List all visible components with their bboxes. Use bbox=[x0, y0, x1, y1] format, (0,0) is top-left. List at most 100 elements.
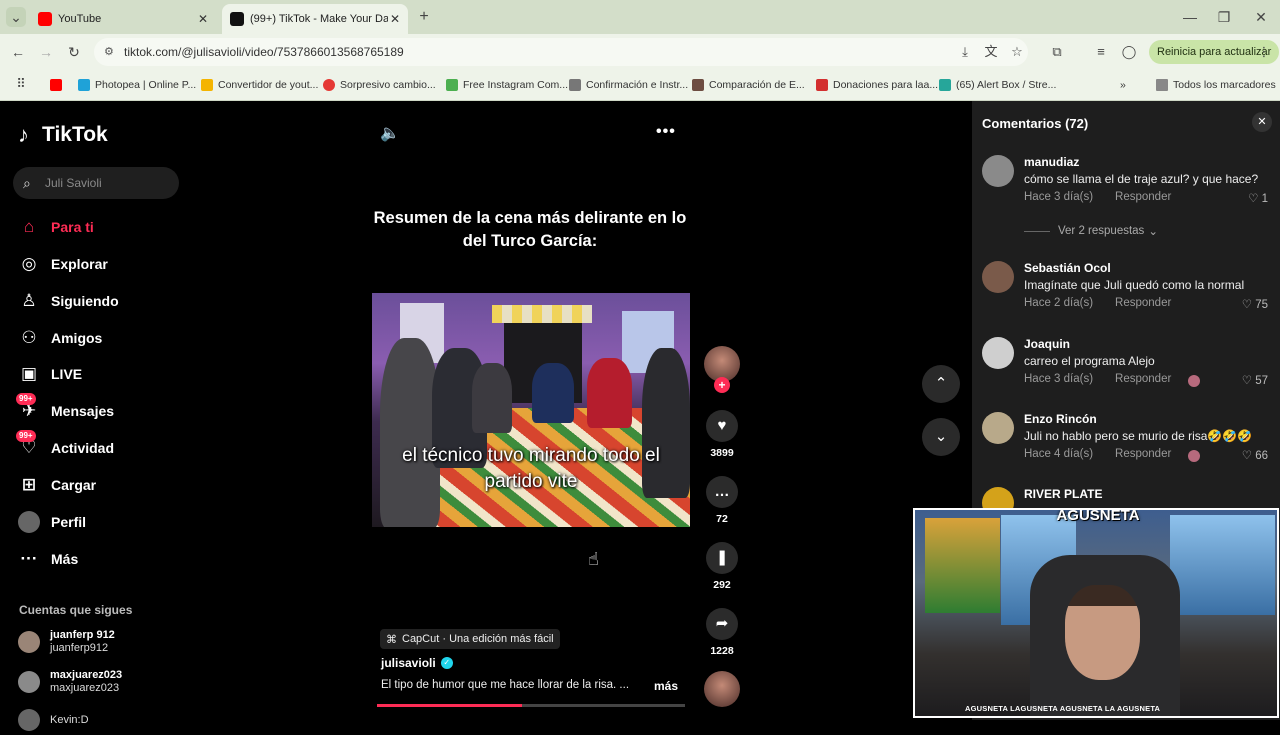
nav-actividad[interactable]: ♡ 99+ Actividad bbox=[16, 430, 114, 461]
following-account[interactable]: Kevin:D bbox=[18, 705, 89, 735]
profile-icon[interactable]: ◯ bbox=[1120, 43, 1138, 61]
nav-siguiendo[interactable]: ♙ Siguiendo bbox=[18, 288, 118, 314]
minimize-icon[interactable]: — bbox=[1180, 7, 1200, 27]
back-icon[interactable]: ← bbox=[8, 42, 28, 62]
social-handles: AGUSNETA LAGUSNETA AGUSNETA LA AGUSNETA bbox=[965, 704, 1161, 713]
bookmark-favicon bbox=[446, 79, 458, 91]
bookmark-item[interactable]: Photopea | Online P... bbox=[78, 77, 196, 93]
comment-text: carreo el programa Alejo bbox=[1024, 354, 1155, 368]
following-account[interactable]: juanferp 912 juanferp912 bbox=[18, 627, 115, 657]
apps-icon[interactable]: ⠿ bbox=[12, 75, 30, 93]
view-replies-button[interactable]: Ver 2 respuestas ⌄ bbox=[1024, 224, 1158, 238]
bookmark-star-icon[interactable]: ☆ bbox=[1008, 43, 1026, 61]
close-tab-icon[interactable]: ✕ bbox=[198, 12, 208, 26]
reply-button[interactable]: Responder bbox=[1115, 191, 1171, 203]
tiktok-logo-icon: ♪ bbox=[18, 122, 29, 147]
forward-icon[interactable]: → bbox=[36, 42, 56, 62]
bookmarks-overflow-icon[interactable]: » bbox=[1120, 77, 1126, 93]
comment-like-button[interactable]: ♡ 57 bbox=[1242, 373, 1268, 387]
chevron-down-icon: ⌄ bbox=[1148, 226, 1158, 238]
extensions-icon[interactable]: ⧉ bbox=[1048, 43, 1066, 61]
youtube-icon bbox=[38, 12, 52, 26]
avatar[interactable] bbox=[982, 337, 1014, 369]
comment-like-button[interactable]: ♡ 75 bbox=[1242, 297, 1268, 311]
volume-icon[interactable]: 🔈 bbox=[380, 123, 402, 145]
comment-button[interactable]: … 72 bbox=[702, 476, 742, 525]
close-icon[interactable]: ✕ bbox=[1252, 112, 1272, 132]
comment-user[interactable]: Enzo Rincón bbox=[1024, 412, 1097, 426]
comment-like-button[interactable]: ♡ 1 bbox=[1248, 191, 1268, 205]
tab-tiktok[interactable]: (99+) TikTok - Make Your Da ✕ bbox=[222, 4, 408, 34]
new-tab-button[interactable]: + bbox=[414, 7, 434, 27]
comment-user[interactable]: Joaquin bbox=[1024, 337, 1070, 351]
bookmark-item[interactable]: (65) Alert Box / Stre... bbox=[939, 77, 1056, 93]
translate-icon[interactable]: 文 bbox=[982, 43, 1000, 61]
reload-icon[interactable]: ↻ bbox=[64, 42, 84, 62]
creator-liked-avatar bbox=[1188, 375, 1200, 387]
capcut-tag[interactable]: ⌘ CapCut · Una edición más fácil bbox=[380, 629, 560, 649]
like-button[interactable]: ♥ 3899 bbox=[702, 410, 742, 459]
media-icon[interactable]: ≡ bbox=[1092, 43, 1110, 61]
avatar[interactable] bbox=[982, 155, 1014, 187]
nav-perfil[interactable]: Perfil bbox=[18, 509, 86, 535]
author-name[interactable]: julisavioli ✓ bbox=[381, 656, 453, 670]
following-title: Cuentas que sigues bbox=[19, 603, 133, 617]
video-title: Resumen de la cena más delirante en lo d… bbox=[373, 209, 687, 250]
save-button[interactable]: ❚ 292 bbox=[702, 542, 742, 591]
all-bookmarks[interactable]: Todos los marcadores bbox=[1156, 77, 1276, 93]
comment-user[interactable]: manudiaz bbox=[1024, 155, 1079, 169]
nav-amigos[interactable]: ⚇ Amigos bbox=[18, 325, 102, 351]
video-player[interactable]: el técnico tuvo mirando todo el partido … bbox=[372, 293, 690, 527]
search-input[interactable]: ⌕ Juli Savioli bbox=[13, 167, 179, 199]
following-account[interactable]: maxjuarez023 maxjuarez023 bbox=[18, 667, 122, 697]
menu-icon[interactable]: ⋮ bbox=[1255, 43, 1273, 61]
maximize-icon[interactable]: ❐ bbox=[1214, 7, 1234, 27]
bookmark-item[interactable]: Donaciones para laa... bbox=[816, 77, 938, 93]
previous-video-button[interactable]: ⌃ bbox=[922, 365, 960, 403]
bookmark-item[interactable]: Convertidor de yout... bbox=[201, 77, 318, 93]
reply-button[interactable]: Responder bbox=[1115, 373, 1171, 385]
avatar[interactable] bbox=[982, 412, 1014, 444]
nav-explorar[interactable]: ◎ Explorar bbox=[18, 251, 108, 277]
home-icon: ⌂ bbox=[23, 217, 35, 236]
folder-icon bbox=[1156, 79, 1168, 91]
bookmark-youtube[interactable] bbox=[50, 77, 67, 93]
bookmark-item[interactable]: Free Instagram Com... bbox=[446, 77, 568, 93]
nav-live[interactable]: ▣ LIVE bbox=[18, 361, 82, 387]
reply-button[interactable]: Responder bbox=[1115, 448, 1171, 460]
reply-button[interactable]: Responder bbox=[1115, 297, 1171, 309]
follow-plus-icon[interactable]: + bbox=[714, 377, 730, 393]
install-icon[interactable]: ⤓ bbox=[956, 43, 974, 61]
verified-icon: ✓ bbox=[440, 657, 453, 669]
avatar[interactable] bbox=[982, 261, 1014, 293]
comment-like-button[interactable]: ♡ 66 bbox=[1242, 448, 1268, 462]
comment-user[interactable]: RIVER PLATE bbox=[1024, 487, 1102, 501]
tiktok-logo[interactable]: ♪ TikTok bbox=[18, 123, 108, 147]
bookmark-item[interactable]: Confirmación e Instr... bbox=[569, 77, 688, 93]
comment-user[interactable]: Sebastián Ocol bbox=[1024, 261, 1111, 275]
music-disc[interactable] bbox=[704, 671, 740, 707]
streamer-logo: AGUSNETA bbox=[1056, 508, 1140, 524]
tab-title: (99+) TikTok - Make Your Da bbox=[250, 13, 388, 25]
more-icon: ··· bbox=[20, 549, 38, 568]
toolbar: ← → ↻ ⚙ tiktok.com/@julisavioli/video/75… bbox=[0, 34, 1280, 70]
tab-search-icon[interactable]: ⌄ bbox=[6, 7, 26, 27]
more-link[interactable]: más bbox=[654, 679, 678, 693]
bookmark-item[interactable]: Sorpresivo cambio... bbox=[323, 77, 436, 93]
tab-youtube[interactable]: YouTube ✕ bbox=[30, 4, 216, 34]
more-options-icon[interactable]: ••• bbox=[656, 123, 680, 143]
nav-para-ti[interactable]: ⌂ Para ti bbox=[18, 214, 94, 240]
bookmark-item[interactable]: Comparación de E... bbox=[692, 77, 805, 93]
close-window-icon[interactable]: ✕ bbox=[1251, 7, 1271, 27]
wall-poster bbox=[1170, 515, 1275, 615]
nav-cargar[interactable]: ⊞ Cargar bbox=[18, 472, 96, 498]
next-video-button[interactable]: ⌄ bbox=[922, 418, 960, 456]
close-tab-icon[interactable]: ✕ bbox=[390, 12, 400, 26]
video-progress-bar[interactable] bbox=[377, 704, 685, 707]
nav-mensajes[interactable]: ✈ 99+ Mensajes bbox=[16, 393, 114, 424]
site-info-icon[interactable]: ⚙ bbox=[104, 45, 118, 59]
search-icon: ⌕ bbox=[23, 174, 31, 191]
share-button[interactable]: ➦ 1228 bbox=[702, 608, 742, 657]
address-bar[interactable]: ⚙ tiktok.com/@julisavioli/video/75378660… bbox=[94, 38, 1028, 66]
nav-mas[interactable]: ··· Más bbox=[18, 546, 79, 572]
